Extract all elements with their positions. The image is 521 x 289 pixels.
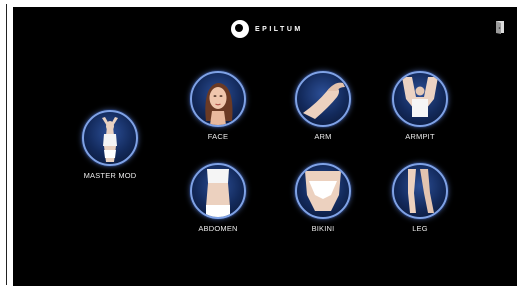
arm-image: [295, 71, 351, 127]
menu-item-label: ABDOMEN: [198, 224, 238, 233]
menu-item-master-mod[interactable]: MASTER MOD: [70, 110, 150, 180]
menu-item-armpit[interactable]: ARMPIT: [380, 71, 460, 141]
menu-item-face[interactable]: FACE: [178, 71, 258, 141]
abdomen-image: [190, 163, 246, 219]
brand-logo: EPILTUM: [231, 19, 303, 39]
menu-item-label: ARMPIT: [405, 132, 435, 141]
brand-name: EPILTUM: [255, 25, 303, 33]
menu-item-label: ARM: [314, 132, 332, 141]
exit-door-icon[interactable]: [493, 20, 507, 34]
leg-image: [392, 163, 448, 219]
menu-item-label: LEG: [412, 224, 428, 233]
menu-item-label: MASTER MOD: [83, 171, 137, 180]
menu-item-abdomen[interactable]: ABDOMEN: [178, 163, 258, 233]
app-screen: EPILTUM MASTER MOD FACE ARM ARMPIT ABDOM…: [13, 7, 517, 286]
menu-item-label: FACE: [207, 132, 229, 141]
menu-item-leg[interactable]: LEG: [380, 163, 460, 233]
menu-item-label: BIKINI: [311, 224, 335, 233]
armpit-image: [392, 71, 448, 127]
left-edge-line: [6, 4, 7, 285]
menu-item-arm[interactable]: ARM: [283, 71, 363, 141]
master-mod-image: [82, 110, 138, 166]
face-image: [190, 71, 246, 127]
menu-item-bikini[interactable]: BIKINI: [283, 163, 363, 233]
epiltum-logo-icon: [231, 20, 249, 38]
bikini-image: [295, 163, 351, 219]
